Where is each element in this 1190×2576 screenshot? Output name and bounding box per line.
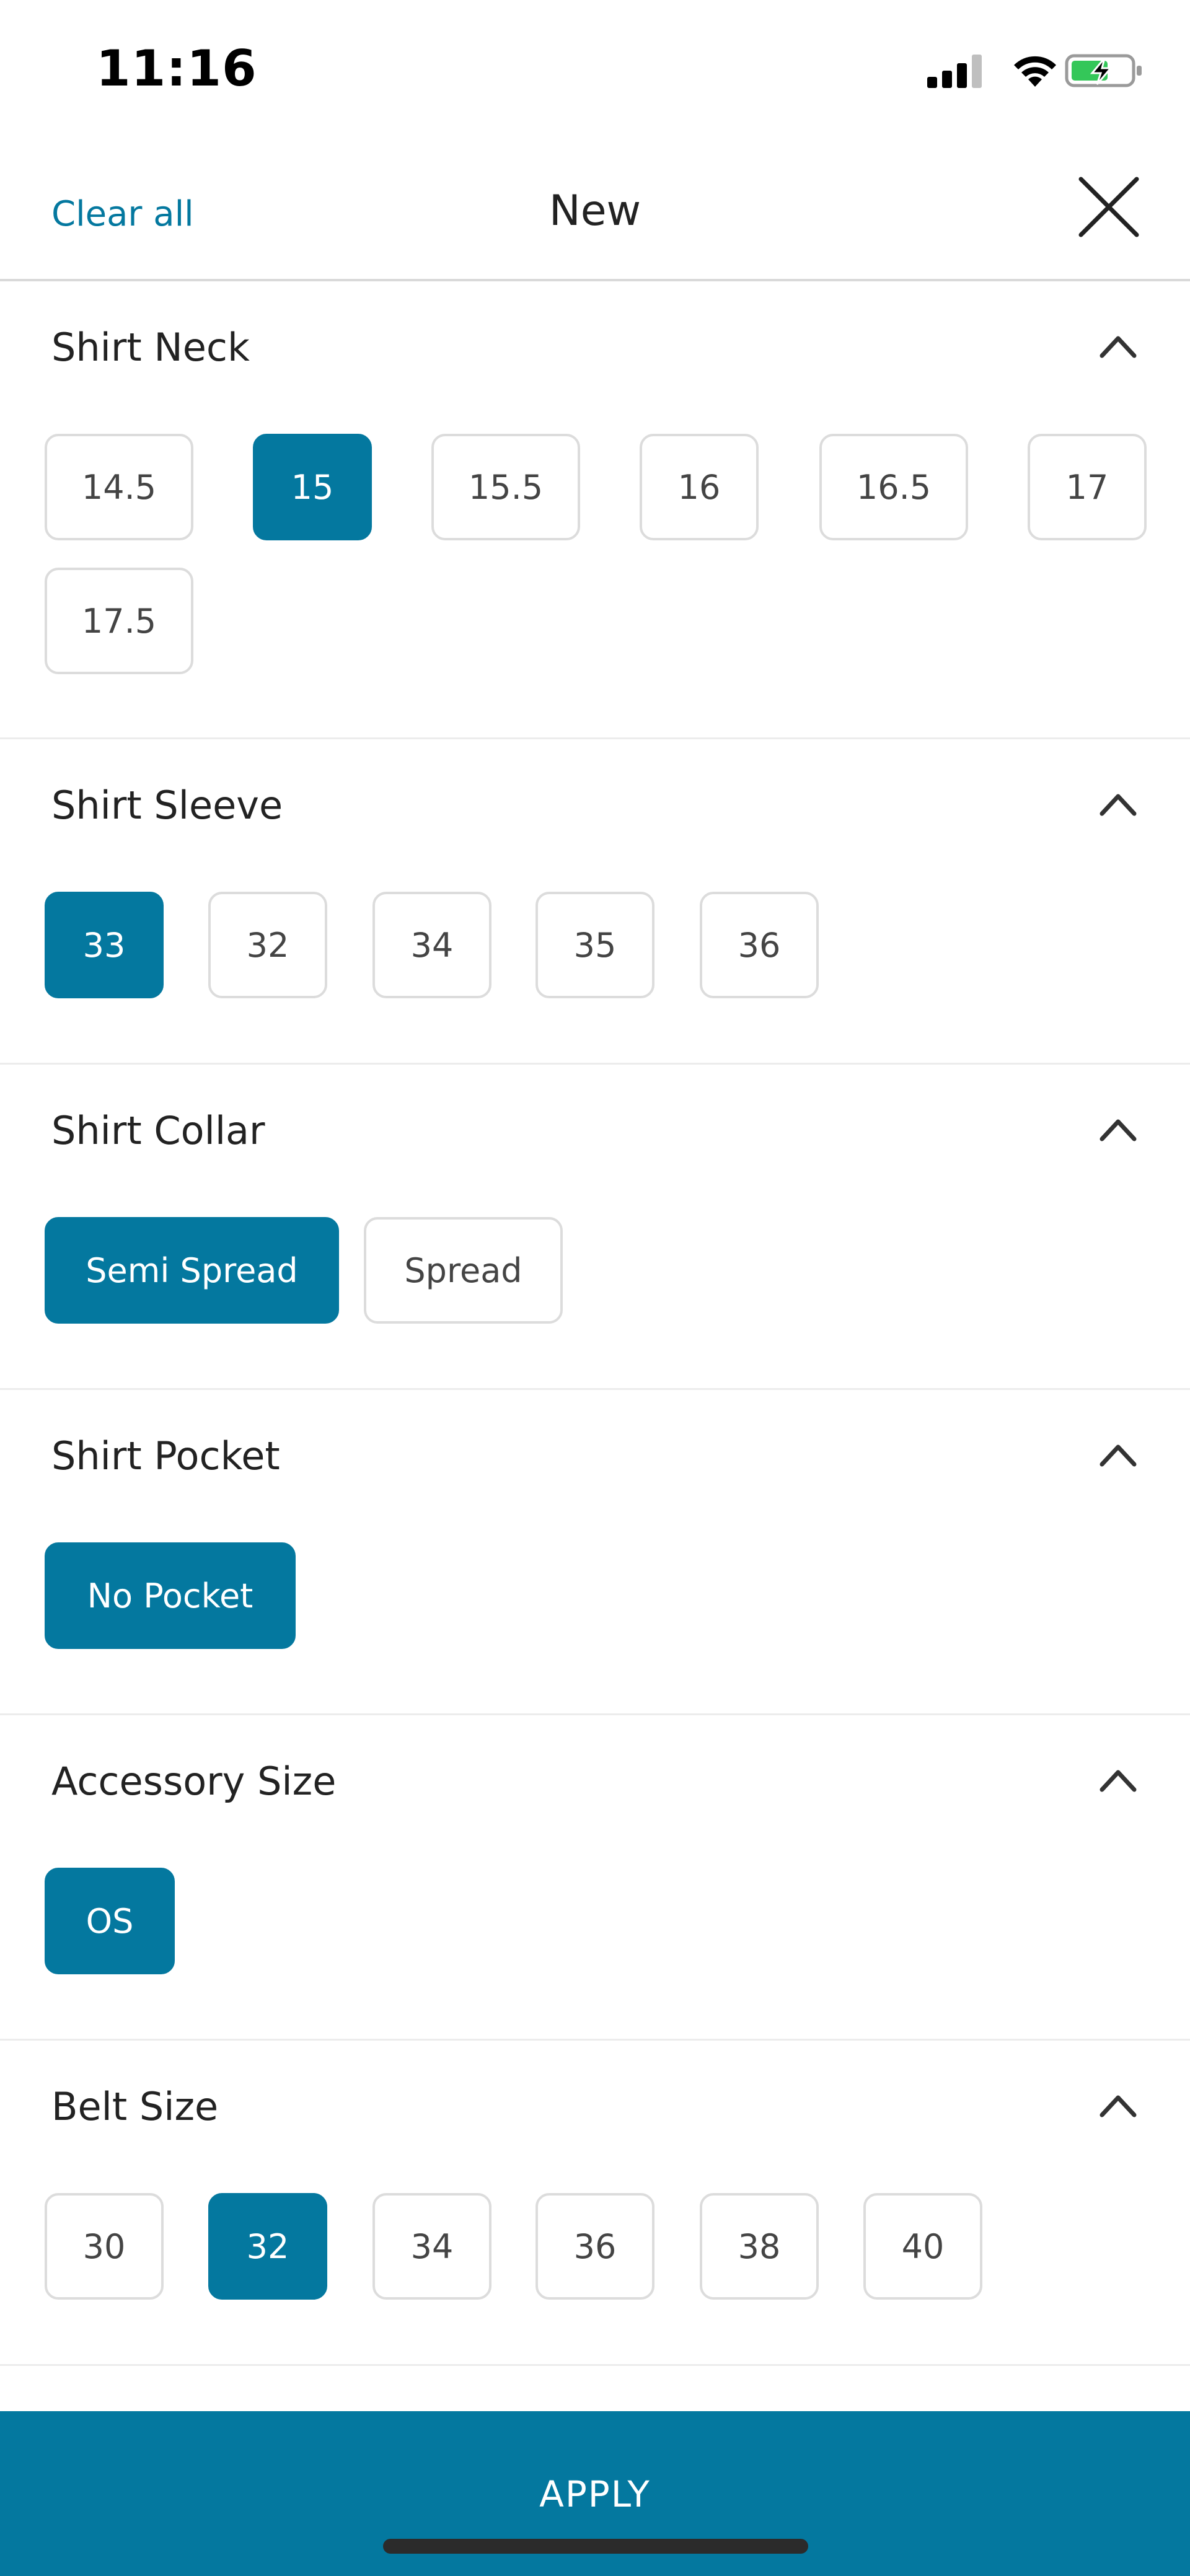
option-chip[interactable]: 17 xyxy=(1028,434,1147,540)
option-chip[interactable]: 15 xyxy=(253,434,372,540)
option-chip[interactable]: Semi Spread xyxy=(45,1217,339,1324)
filter-header: Clear all New xyxy=(0,146,1190,281)
page-title: New xyxy=(549,187,641,235)
option-chip[interactable]: No Pocket xyxy=(45,1542,296,1649)
option-chip[interactable]: 16 xyxy=(640,434,759,540)
option-chip[interactable]: 34 xyxy=(372,892,491,998)
apply-label: APPLY xyxy=(539,2473,651,2515)
option-chip[interactable]: Spread xyxy=(364,1217,563,1324)
home-indicator xyxy=(383,2539,808,2554)
option-chip[interactable]: 16.5 xyxy=(819,434,968,540)
filter-section-belt-size: Belt Size 30 32 34 36 38 40 xyxy=(0,2041,1190,2366)
status-time: 11:16 xyxy=(96,40,257,97)
close-button[interactable] xyxy=(1075,173,1143,241)
option-chip[interactable]: 38 xyxy=(700,2193,819,2300)
cellular-signal-icon xyxy=(927,55,982,88)
section-title[interactable]: Accessory Size xyxy=(51,1759,336,1804)
section-title[interactable]: Belt Size xyxy=(51,2084,218,2129)
chevron-up-icon[interactable] xyxy=(1098,1766,1138,1793)
section-title[interactable]: Shirt Pocket xyxy=(51,1433,280,1479)
option-chip[interactable]: 32 xyxy=(208,2193,327,2300)
option-chip[interactable]: 15.5 xyxy=(431,434,580,540)
close-icon xyxy=(1078,177,1139,237)
status-bar: 11:16 xyxy=(0,0,1190,146)
section-title[interactable]: Shirt Sleeve xyxy=(51,783,283,828)
chevron-up-icon[interactable] xyxy=(1098,332,1138,359)
section-title[interactable]: Shirt Collar xyxy=(51,1108,265,1153)
option-chip[interactable]: 30 xyxy=(45,2193,164,2300)
option-chip[interactable]: 34 xyxy=(372,2193,491,2300)
wifi-icon xyxy=(1014,56,1056,87)
section-title[interactable]: Shirt Neck xyxy=(51,325,250,370)
option-chip[interactable]: 33 xyxy=(45,892,164,998)
option-chip[interactable]: 36 xyxy=(700,892,819,998)
option-chip[interactable]: 14.5 xyxy=(45,434,193,540)
option-chip[interactable]: 32 xyxy=(208,892,327,998)
filter-section-shirt-collar: Shirt Collar Semi Spread Spread xyxy=(0,1065,1190,1390)
filter-section-shirt-sleeve: Shirt Sleeve 33 32 34 35 36 xyxy=(0,739,1190,1065)
chevron-up-icon[interactable] xyxy=(1098,790,1138,817)
filter-section-shirt-pocket: Shirt Pocket No Pocket xyxy=(0,1390,1190,1715)
filter-section-accessory-size: Accessory Size OS xyxy=(0,1715,1190,2041)
option-chip[interactable]: 17.5 xyxy=(45,568,193,674)
battery-charging-icon xyxy=(1065,54,1142,87)
option-chip[interactable]: 36 xyxy=(536,2193,654,2300)
chevron-up-icon[interactable] xyxy=(1098,1441,1138,1468)
option-chip[interactable]: OS xyxy=(45,1868,175,1974)
chevron-up-icon[interactable] xyxy=(1098,1115,1138,1143)
chevron-up-icon[interactable] xyxy=(1098,2091,1138,2119)
option-chip[interactable]: 40 xyxy=(863,2193,982,2300)
option-chip[interactable]: 35 xyxy=(536,892,654,998)
filter-section-shirt-neck: Shirt Neck 14.5 15 15.5 16 16.5 17 17.5 xyxy=(0,281,1190,739)
